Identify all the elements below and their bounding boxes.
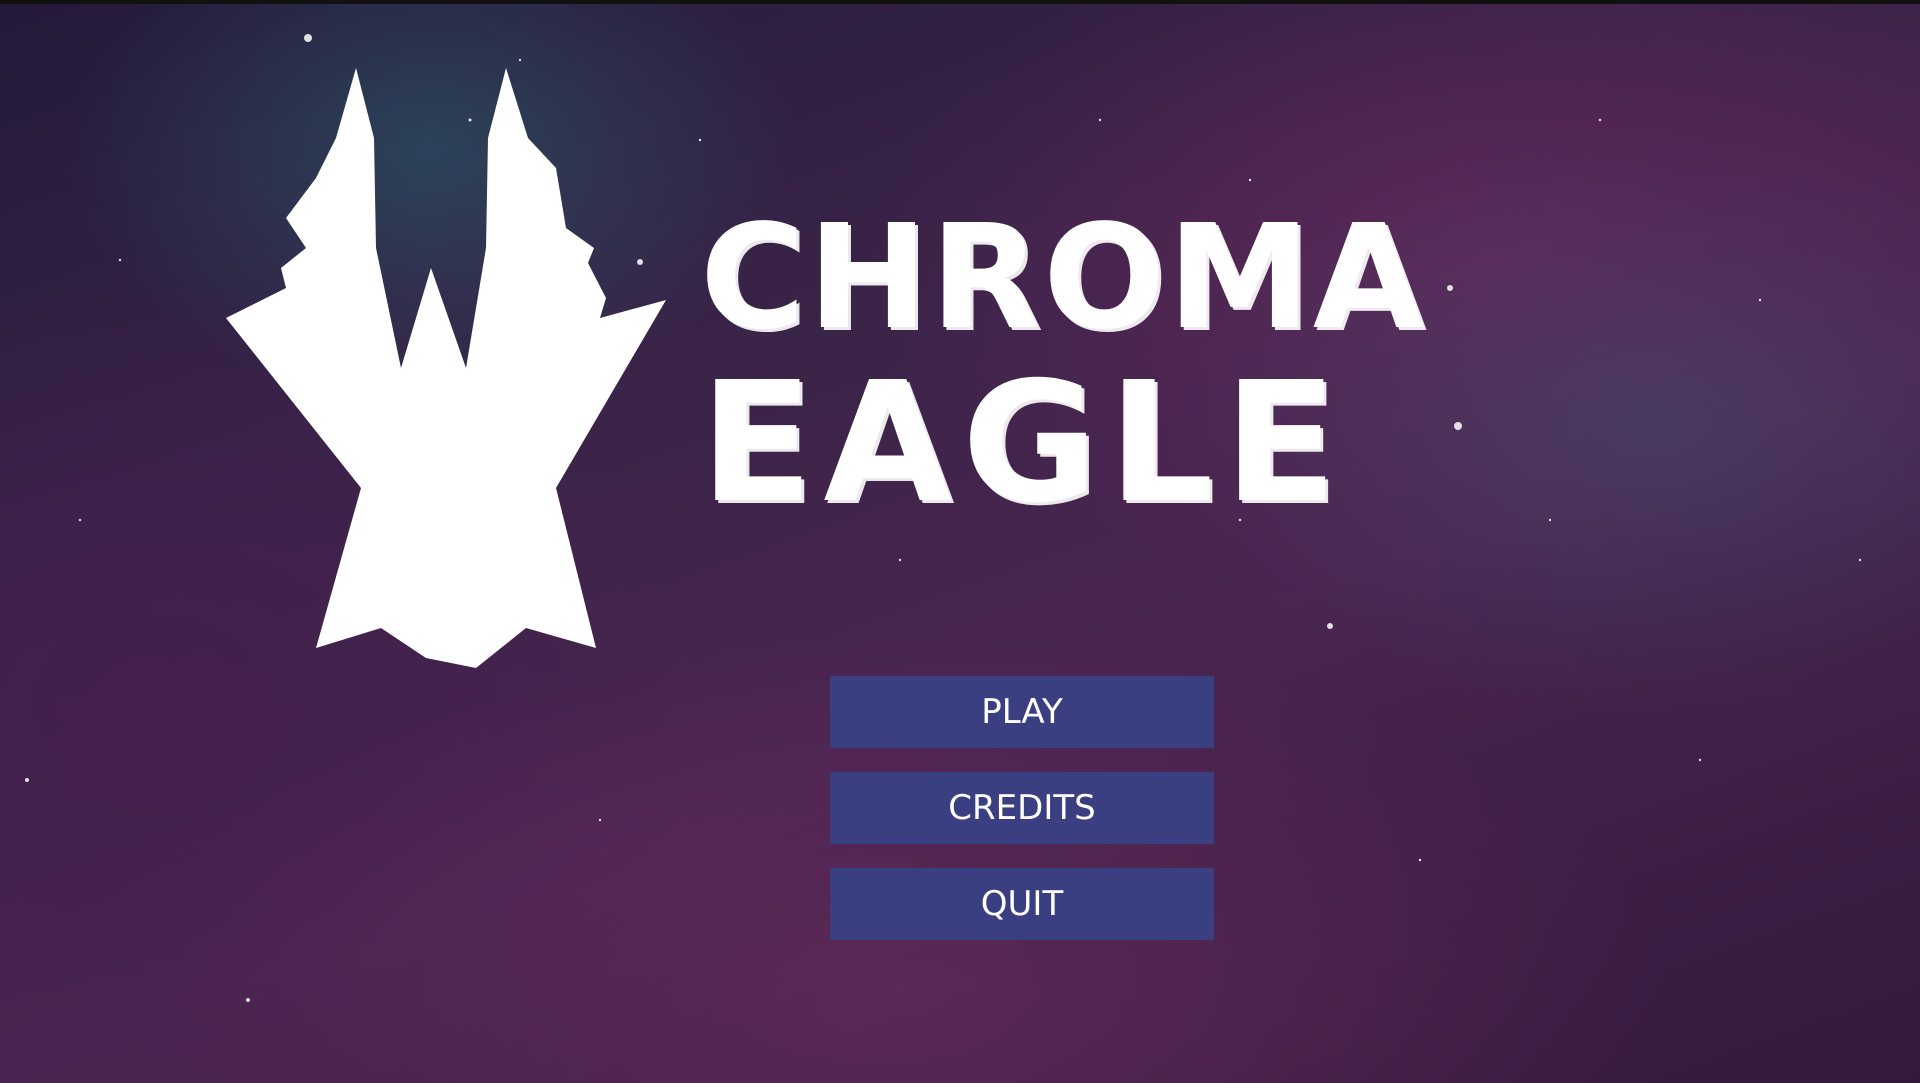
credits-button-label: CREDITS: [948, 788, 1096, 828]
play-button-label: PLAY: [981, 692, 1063, 732]
quit-button-label: QUIT: [980, 884, 1064, 924]
game-title: CHROMA EAGLE: [700, 205, 1440, 527]
eagle-logo-icon: [226, 68, 666, 668]
title-line-eagle: EAGLE: [700, 347, 1348, 540]
title-line-chroma: CHROMA: [700, 193, 1427, 361]
play-button[interactable]: PLAY: [830, 676, 1214, 748]
main-menu-screen: CHROMA EAGLE PLAY CREDITS QUIT: [0, 0, 1920, 1083]
credits-button[interactable]: CREDITS: [830, 772, 1214, 844]
quit-button[interactable]: QUIT: [830, 868, 1214, 940]
